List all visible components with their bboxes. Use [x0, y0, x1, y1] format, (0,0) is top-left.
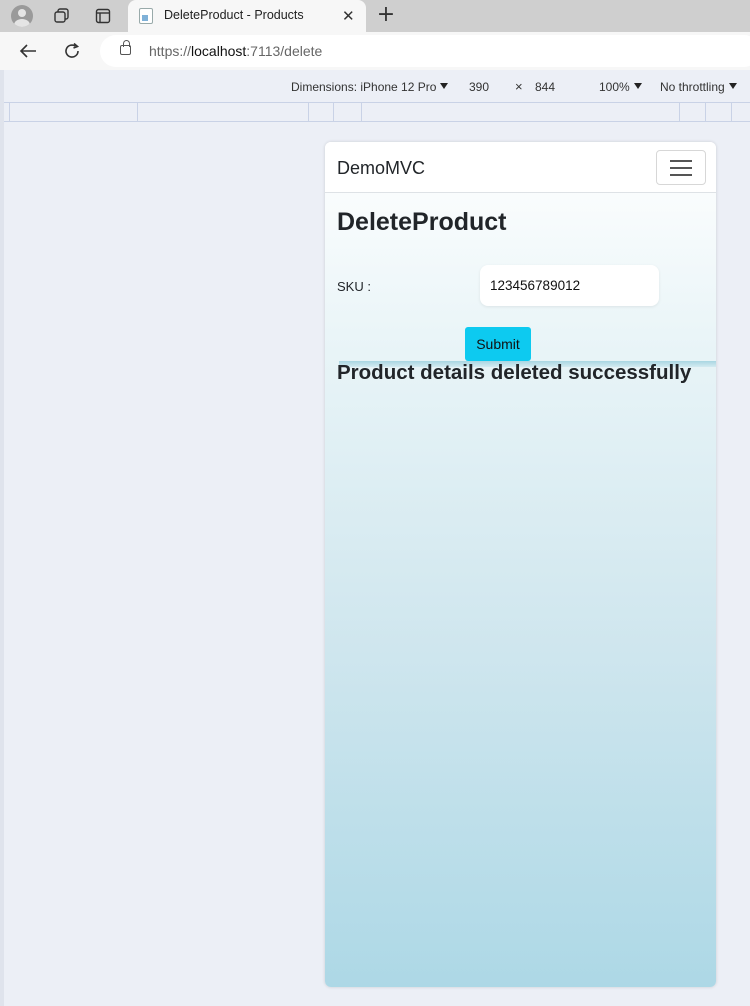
address-bar: https://localhost:7113/delete — [0, 32, 750, 70]
page-title: DeleteProduct — [337, 208, 507, 236]
back-arrow-icon[interactable] — [16, 40, 40, 62]
submit-button[interactable]: Submit — [465, 327, 531, 361]
navbar-toggler-button[interactable] — [656, 150, 706, 185]
tab-actions-icon[interactable] — [91, 4, 115, 28]
sku-label: SKU : — [337, 279, 371, 294]
tab-strip: DeleteProduct - Products ✕ + — [0, 0, 750, 32]
page-favicon-icon — [139, 8, 153, 24]
lock-icon[interactable] — [120, 40, 131, 55]
throttling-select[interactable]: No throttling — [660, 80, 737, 94]
success-message: Product details deleted successfully — [337, 361, 692, 384]
navbar: DemoMVC — [325, 142, 716, 193]
device-height-input[interactable]: 844 — [535, 80, 555, 94]
workspaces-icon[interactable] — [50, 4, 74, 28]
left-gutter — [0, 70, 4, 1006]
device-width-input[interactable]: 390 — [469, 80, 489, 94]
reload-icon[interactable] — [60, 40, 84, 62]
media-query-ruler[interactable] — [4, 102, 750, 122]
dimension-times-label: × — [515, 79, 523, 94]
tab-title: DeleteProduct - Products — [164, 8, 304, 22]
active-tab[interactable]: DeleteProduct - Products ✕ — [128, 0, 366, 32]
sku-input[interactable] — [480, 265, 659, 306]
new-tab-plus-icon[interactable]: + — [375, 4, 397, 26]
device-viewport: DemoMVC DeleteProduct SKU : Submit Produ… — [325, 142, 716, 987]
device-dimensions-select[interactable]: Dimensions: iPhone 12 Pro — [291, 80, 448, 94]
device-toolbar: Dimensions: iPhone 12 Pro 390 × 844 100%… — [4, 70, 750, 102]
url-text: https://localhost:7113/delete — [149, 43, 323, 59]
brand-link[interactable]: DemoMVC — [337, 158, 425, 179]
url-field[interactable]: https://localhost:7113/delete — [100, 35, 750, 67]
zoom-select[interactable]: 100% — [599, 80, 642, 94]
close-tab-icon[interactable]: ✕ — [342, 7, 355, 25]
profile-avatar-icon[interactable] — [10, 4, 34, 28]
